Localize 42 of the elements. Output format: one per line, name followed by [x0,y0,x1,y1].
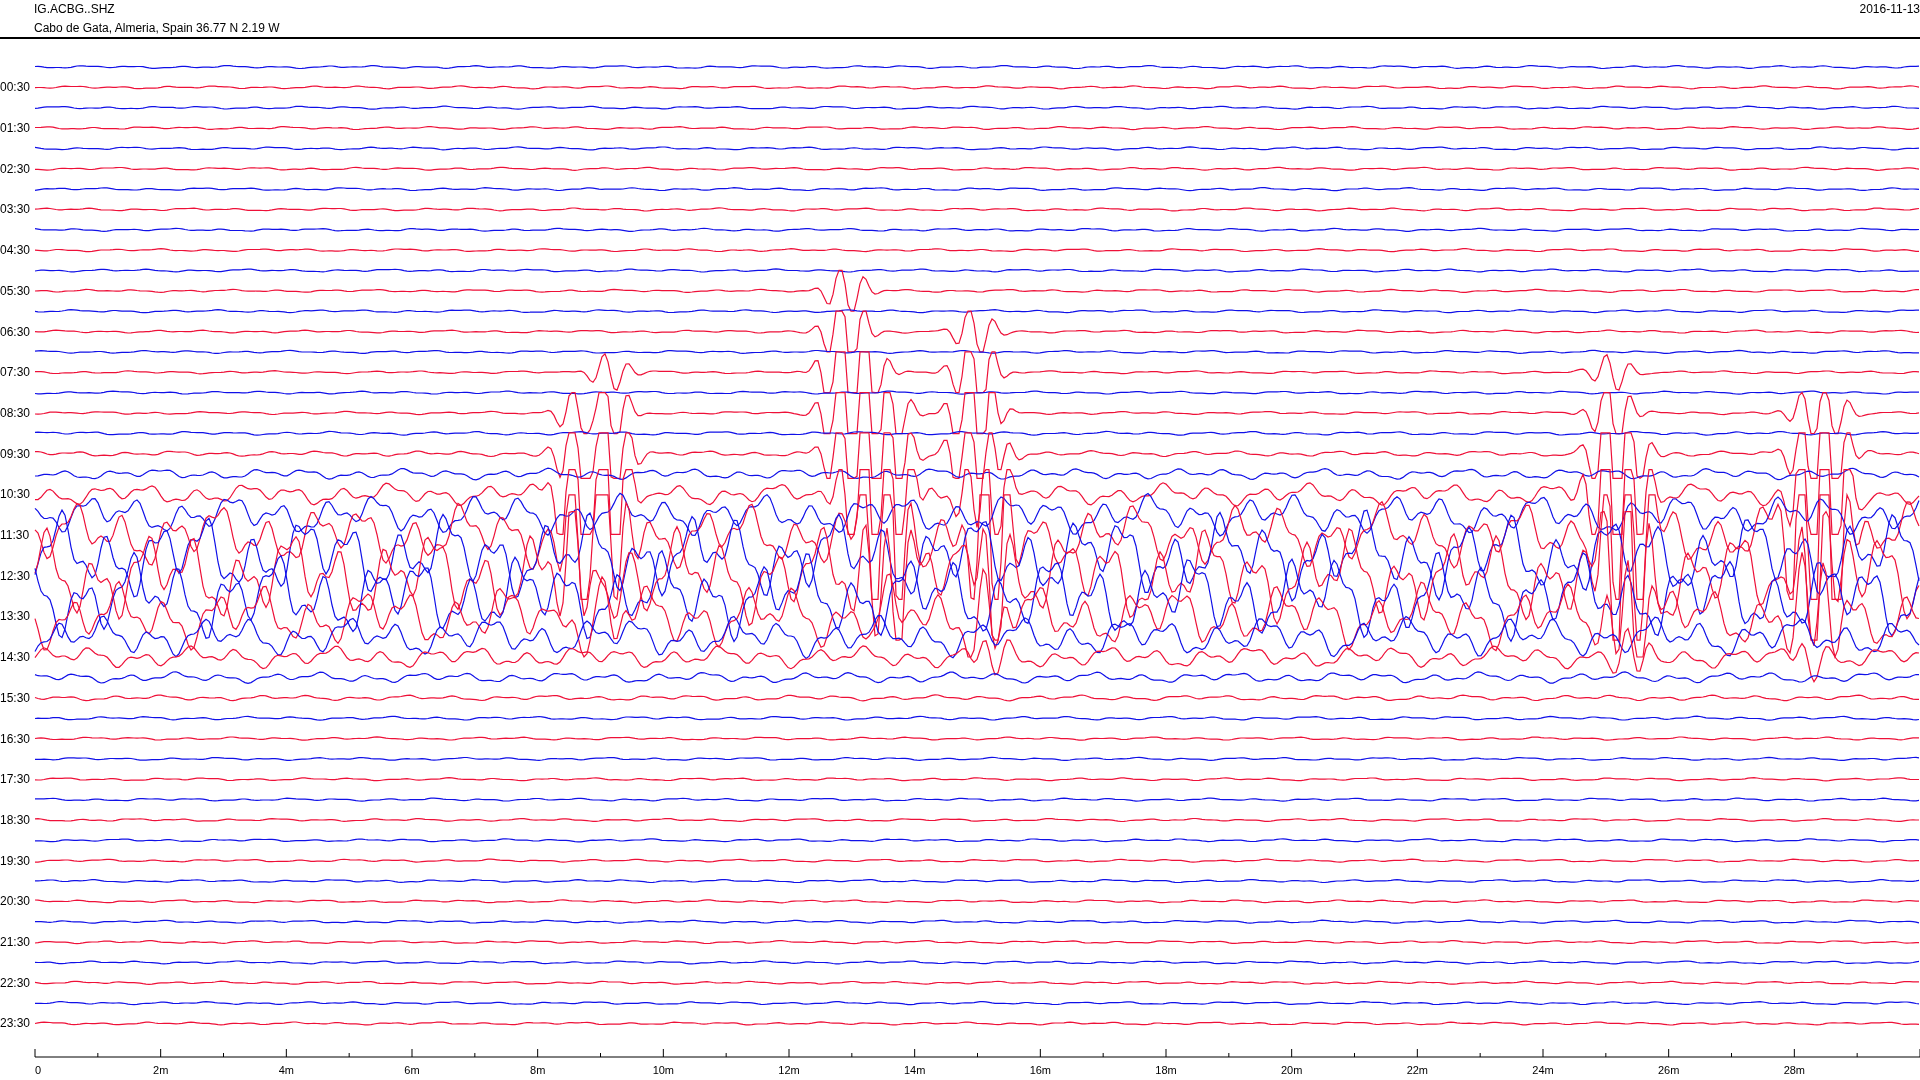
axis-label: 2m [153,1064,169,1076]
time-label: 06:30 [0,324,31,339]
time-label: 05:30 [0,283,31,298]
station-code: IG.ACBG..SHZ [34,1,116,18]
time-label: 10:30 [0,487,31,502]
chart-date: 2016-11-13 [1859,1,1920,18]
axis-label: 4m [278,1064,294,1076]
axis-label: 20m [1280,1064,1303,1076]
time-label: 09:30 [0,446,31,461]
time-label: 23:30 [0,1016,31,1031]
time-label: 11:30 [0,528,30,543]
axis-label: 28m [1783,1064,1806,1076]
time-label: 13:30 [0,609,31,624]
time-label: 22:30 [0,975,31,990]
time-label: 15:30 [0,690,31,705]
axis-label: 22m [1406,1064,1429,1076]
axis-label: 10m [652,1064,675,1076]
time-label: 07:30 [0,365,31,380]
axis-label: 14m [903,1064,926,1076]
axis-label: 0 [35,1064,42,1076]
time-label: 02:30 [0,161,31,176]
axis-label: 18m [1155,1064,1177,1076]
time-label: 14:30 [0,650,31,665]
time-label: 21:30 [0,935,31,950]
station-location: Cabo de Gata, Almeria, Spain 36.77 N 2.19 W [34,20,280,37]
time-label: 01:30 [0,121,31,136]
time-label: 12:30 [0,568,31,583]
time-label: 00:30 [0,80,31,95]
axis-label: 8m [530,1064,546,1076]
time-label: 08:30 [0,405,31,420]
time-label: 03:30 [0,202,31,217]
time-label: 18:30 [0,812,31,827]
time-label: 16:30 [0,731,31,746]
time-label: 17:30 [0,772,31,787]
axis-label: 16m [1029,1064,1052,1076]
time-label: 04:30 [0,243,31,258]
axis-label: 24m [1532,1064,1554,1076]
axis-label: 6m [404,1064,420,1076]
time-label: 19:30 [0,853,31,868]
time-label: 20:30 [0,894,31,909]
axis-label: 26m [1657,1064,1680,1076]
axis-label: 12m [778,1064,800,1076]
